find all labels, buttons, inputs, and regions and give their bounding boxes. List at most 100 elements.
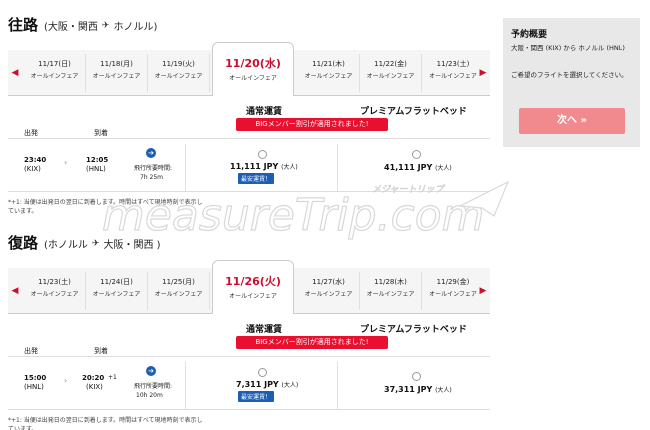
flight-details-icon[interactable]: ➔ (146, 366, 156, 376)
return-note: *+1: 当便は出発日の翌日に到着します。時間はすべて現地時刻で表示しています。 (8, 417, 203, 430)
regular-fare-radio[interactable] (258, 150, 267, 159)
regular-fare-price: 7,311 JPY (大人) (236, 380, 298, 389)
arrival-airport: (KIX) (86, 383, 103, 391)
fare-type-label: オールインフェア (304, 73, 353, 80)
outbound-date-tab-2[interactable]: 11/19(火) オールインフェア (148, 54, 210, 92)
fare-type-label: オールインフェア (229, 293, 277, 300)
summary-route: 大阪・関西 (KIX) から ホノルル (HNL) (511, 44, 625, 52)
price-unit: (大人) (435, 387, 452, 394)
premium-fare-radio[interactable] (412, 372, 421, 381)
departure-time: 15:00 (24, 374, 47, 382)
outbound-date-tab-selected[interactable]: 11/20(水) オールインフェア (212, 42, 294, 96)
outbound-date-tab-0[interactable]: 11/17(日) オールインフェア (24, 54, 86, 92)
price-value: 11,111 JPY (230, 162, 279, 171)
fare-type-label: オールインフェア (92, 291, 141, 298)
chevron-right-icon: › (64, 158, 68, 167)
member-discount-banner: BIGメンバー割引が適用されました! (236, 336, 388, 349)
fare-type-label: オールインフェア (92, 73, 141, 80)
return-heading: 復路 (ホノルル ✈ 大阪・関西 ) (8, 232, 490, 258)
date-label: 11/23(土) (436, 60, 470, 68)
depart-label: 出発 (24, 129, 38, 137)
premium-fare-title: プレミアムフラットベッド (360, 325, 467, 335)
return-date-tab-6[interactable]: 11/29(金) オールインフェア (422, 272, 484, 310)
date-label: 11/20(水) (225, 57, 281, 70)
return-date-tab-2[interactable]: 11/25(月) オールインフェア (148, 272, 210, 310)
departure-airport: (HNL) (24, 383, 44, 391)
arrival-time: 12:05 (86, 156, 109, 164)
fare-type-label: オールインフェア (429, 73, 477, 80)
member-discount-banner: BIGメンバー割引が適用されました! (236, 118, 388, 131)
airplane-icon: ✈ (101, 20, 110, 31)
fare-type-label: オールインフェア (366, 291, 415, 298)
arrival-time: 20:20 (82, 374, 105, 382)
return-to: 大阪・関西 ) (103, 240, 161, 251)
divider (337, 144, 338, 191)
regular-fare-radio[interactable] (258, 368, 267, 377)
return-date-tab-5[interactable]: 11/28(木) オールインフェア (360, 272, 422, 310)
return-date-tab-selected[interactable]: 11/26(火) オールインフェア (212, 260, 294, 314)
outbound-note: *+1: 当便は出発日の翌日に到着します。時間はすべて現地時刻で表示しています。 (8, 199, 203, 215)
price-value: 7,311 JPY (236, 380, 279, 389)
return-date-tab-0[interactable]: 11/23(土) オールインフェア (24, 272, 86, 310)
date-label: 11/28(木) (374, 278, 407, 286)
outbound-title: 往路 (8, 16, 39, 34)
fare-type-label: オールインフェア (304, 291, 353, 298)
fare-type-label: オールインフェア (154, 291, 203, 298)
date-label: 11/27(水) (312, 278, 345, 286)
fare-type-label: オールインフェア (154, 73, 203, 80)
prev-dates-icon[interactable]: ◀ (8, 284, 22, 298)
divider (8, 356, 490, 357)
date-label: 11/23(土) (38, 278, 71, 286)
next-button[interactable]: 次へ » (519, 108, 625, 134)
divider (185, 144, 186, 191)
prev-dates-icon[interactable]: ◀ (8, 66, 22, 80)
regular-fare-title: 通常運賃 (246, 325, 283, 335)
outbound-date-tab-1[interactable]: 11/18(月) オールインフェア (86, 54, 148, 92)
outbound-date-selector: ◀ 11/17(日) オールインフェア 11/18(月) オールインフェア 11/1… (8, 42, 490, 96)
price-unit: (大人) (281, 164, 298, 171)
outbound-heading: 往路 (大阪・関西 ✈ ホノルル) (8, 14, 490, 40)
summary-message: ご希望のフライトを選択してください。 (511, 71, 628, 79)
premium-fare-price: 37,311 JPY (大人) (384, 385, 452, 394)
arrive-label: 到着 (94, 347, 108, 355)
outbound-fare-header: 通常運賃 プレミアムフラットベッド BIGメンバー割引が適用されました! 出発 … (8, 102, 490, 144)
premium-fare-radio[interactable] (412, 150, 421, 159)
outbound-date-tab-5[interactable]: 11/22(金) オールインフェア (360, 54, 422, 92)
date-label: 11/29(金) (436, 278, 470, 286)
divider (8, 138, 490, 139)
date-label: 11/21(木) (312, 60, 345, 68)
fare-type-label: オールインフェア (429, 291, 477, 298)
regular-fare-price: 11,111 JPY (大人) (230, 162, 298, 171)
return-flight-row: 15:00 (HNL) › 20:20 +1 (KIX) ➔ 飛行所要時間: 1… (8, 362, 490, 410)
return-section: 復路 (ホノルル ✈ 大阪・関西 ) ◀ 11/23(土) オールインフェア 11… (8, 232, 490, 430)
regular-fare-title: 通常運賃 (246, 107, 283, 117)
booking-summary-panel: 予約概要 大阪・関西 (KIX) から ホノルル (HNL) ご希望のフライトを… (503, 18, 640, 147)
next-dates-icon[interactable]: ▶ (476, 66, 490, 80)
fare-type-label: オールインフェア (30, 291, 79, 298)
price-value: 37,311 JPY (384, 385, 433, 394)
return-date-tab-4[interactable]: 11/27(水) オールインフェア (298, 272, 360, 310)
divider (337, 362, 338, 409)
next-day-marker: +1 (108, 374, 117, 381)
outbound-date-tab-4[interactable]: 11/21(木) オールインフェア (298, 54, 360, 92)
duration-value: 10h 20m (136, 392, 163, 399)
date-label: 11/26(火) (225, 275, 281, 288)
return-route: (ホノルル ✈ 大阪・関西 ) (44, 236, 161, 252)
duration-value: 7h 25m (140, 174, 164, 181)
duration-label: 飛行所要時間: (134, 383, 173, 390)
fare-type-label: オールインフェア (366, 73, 415, 80)
fare-type-label: オールインフェア (30, 73, 79, 80)
outbound-flight-row: 23:40 (KIX) › 12:05 (HNL) ➔ 飛行所要時間: 7h 2… (8, 144, 490, 192)
arrival-airport: (HNL) (86, 165, 106, 173)
date-label: 11/19(火) (162, 60, 195, 68)
return-date-tab-1[interactable]: 11/24(日) オールインフェア (86, 272, 148, 310)
premium-fare-title: プレミアムフラットベッド (360, 107, 467, 117)
outbound-date-tab-6[interactable]: 11/23(土) オールインフェア (422, 54, 484, 92)
chevron-right-icon: › (64, 376, 68, 385)
divider (185, 362, 186, 409)
departure-airport: (KIX) (24, 165, 41, 173)
flight-details-icon[interactable]: ➔ (146, 148, 156, 158)
return-date-selector: ◀ 11/23(土) オールインフェア 11/24(日) オールインフェア 11/2… (8, 260, 490, 314)
summary-title: 予約概要 (511, 30, 548, 40)
next-dates-icon[interactable]: ▶ (476, 284, 490, 298)
